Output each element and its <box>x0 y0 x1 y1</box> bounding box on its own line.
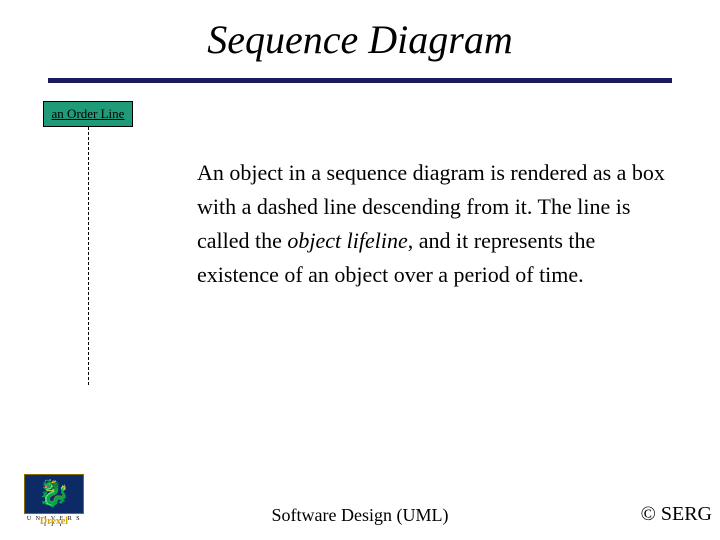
sequence-object-label: an Order Line <box>52 106 125 122</box>
slide-title: Sequence Diagram <box>0 16 720 63</box>
sequence-object-box: an Order Line <box>43 101 133 127</box>
object-lifeline <box>88 127 89 385</box>
slide: Sequence Diagram an Order Line An object… <box>0 0 720 540</box>
dragon-icon: 🐉 <box>38 481 70 507</box>
footer-copyright: © SERG <box>641 503 712 526</box>
title-rule <box>48 78 672 83</box>
body-text-italic: object lifeline <box>287 228 407 253</box>
body-text: An object in a sequence diagram is rende… <box>197 156 667 292</box>
footer-center: Software Design (UML) <box>0 505 720 526</box>
